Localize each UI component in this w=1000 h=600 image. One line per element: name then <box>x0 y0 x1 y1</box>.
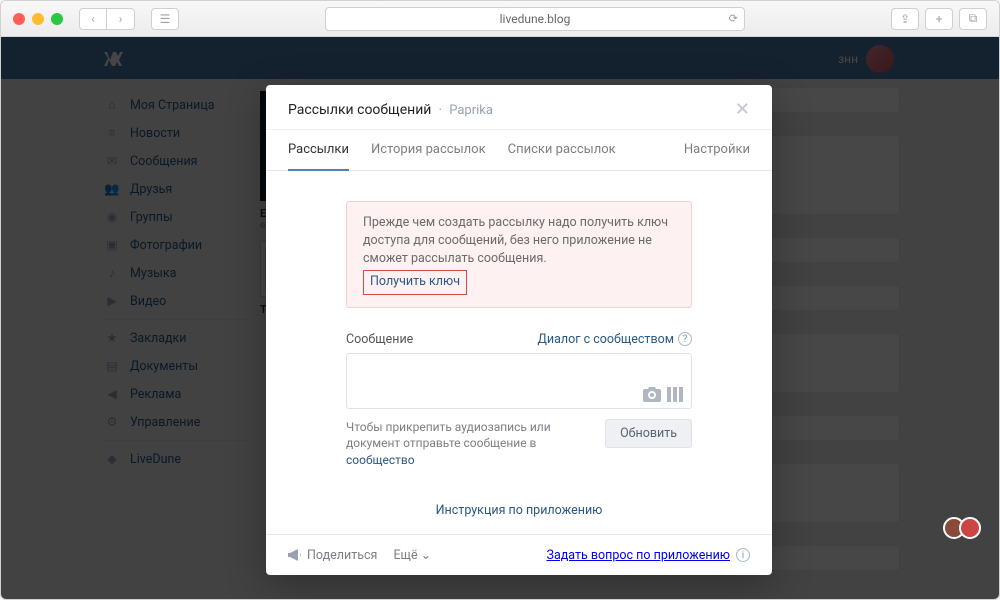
url-text: livedune.blog <box>500 12 571 26</box>
warning-text: Прежде чем создать рассылку надо получит… <box>363 215 668 266</box>
dialog-link[interactable]: Диалог с сообществом ? <box>537 332 692 347</box>
modal-title: Рассылки сообщений <box>288 102 431 118</box>
ask-question-link[interactable]: Задать вопрос по приложению <box>547 548 730 563</box>
modal-footer: Поделиться Ещё ⌄ Задать вопрос по прилож… <box>266 534 772 575</box>
minimize-window-icon[interactable] <box>32 13 44 25</box>
share-button[interactable]: Поделиться <box>288 548 377 563</box>
address-bar[interactable]: livedune.blog ⟳ <box>325 7 745 31</box>
instruction-link[interactable]: Инструкция по приложению <box>436 503 603 518</box>
broadcast-modal: Рассылки сообщений · Paprika ✕ Рассылки … <box>266 85 772 575</box>
get-key-highlight: Получить ключ <box>363 270 467 294</box>
get-key-link[interactable]: Получить ключ <box>370 274 460 289</box>
avatar <box>959 517 981 539</box>
megaphone-icon <box>288 549 302 561</box>
chevron-down-icon: ⌄ <box>421 547 431 563</box>
close-icon[interactable]: ✕ <box>735 101 750 119</box>
reload-icon[interactable]: ⟳ <box>729 12 738 25</box>
tabs-button[interactable]: ⧉ <box>959 8 987 30</box>
warning-box: Прежде чем создать рассылку надо получит… <box>346 201 692 308</box>
tab-lists[interactable]: Списки рассылок <box>508 130 616 170</box>
community-link[interactable]: сообщество <box>346 453 415 467</box>
modal-subtitle: Paprika <box>449 103 493 118</box>
close-window-icon[interactable] <box>13 13 25 25</box>
help-icon[interactable]: ? <box>678 332 692 346</box>
tab-broadcasts[interactable]: Рассылки <box>288 130 349 171</box>
tab-history[interactable]: История рассылок <box>371 130 486 170</box>
info-icon[interactable]: i <box>736 548 750 562</box>
message-input[interactable] <box>346 353 692 409</box>
refresh-button[interactable]: Обновить <box>605 419 692 448</box>
modal-header: Рассылки сообщений · Paprika ✕ <box>266 85 772 130</box>
tab-settings[interactable]: Настройки <box>684 130 750 170</box>
attachment-icon[interactable] <box>667 387 683 402</box>
nav-back-forward: ‹ › <box>79 8 135 30</box>
forward-button[interactable]: › <box>107 8 135 30</box>
share-button[interactable]: ⇪ <box>891 8 919 30</box>
camera-icon[interactable] <box>643 387 661 402</box>
sidebar-toggle-button[interactable]: ☰ <box>151 8 179 30</box>
modal-tabs: Рассылки История рассылок Списки рассыло… <box>266 130 772 171</box>
browser-titlebar: ‹ › ☰ livedune.blog ⟳ ⇪ + ⧉ <box>1 1 999 37</box>
window-controls <box>13 13 63 25</box>
message-label: Сообщение <box>346 332 413 347</box>
maximize-window-icon[interactable] <box>51 13 63 25</box>
back-button[interactable]: ‹ <box>79 8 107 30</box>
attach-hint: Чтобы прикрепить аудиозапись или докумен… <box>346 419 589 469</box>
more-button[interactable]: Ещё ⌄ <box>393 547 431 563</box>
new-tab-button[interactable]: + <box>925 8 953 30</box>
modal-body: Прежде чем создать рассылку надо получит… <box>266 171 772 534</box>
